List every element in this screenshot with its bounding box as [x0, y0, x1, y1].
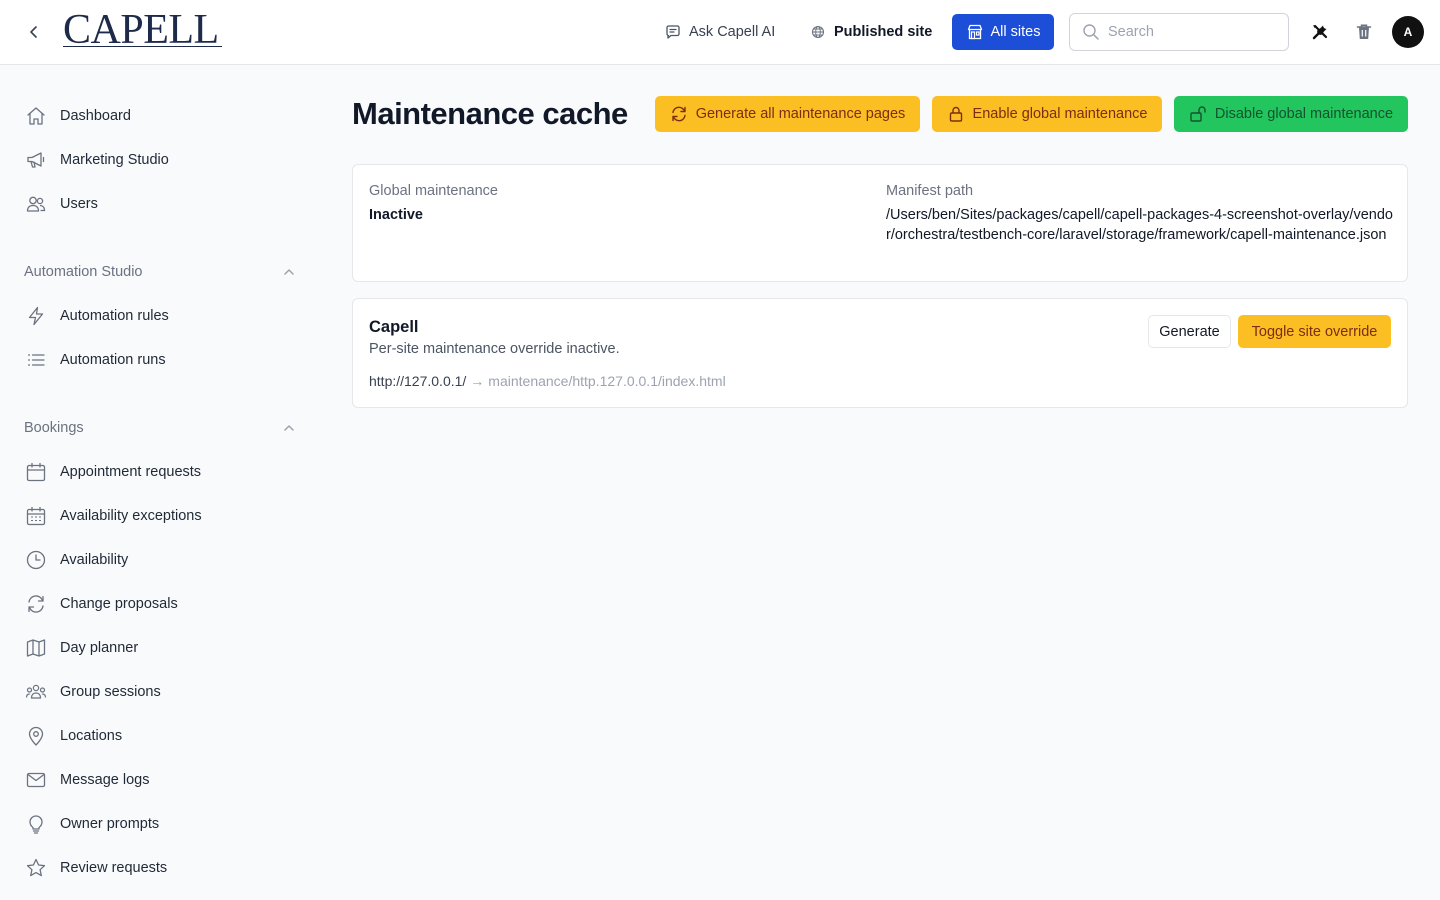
enable-global-label: Enable global maintenance — [972, 106, 1148, 122]
all-sites-button[interactable]: All sites — [952, 14, 1054, 50]
generate-all-label: Generate all maintenance pages — [695, 106, 906, 122]
sidebar-item-label: Appointment requests — [60, 464, 202, 480]
enable-global-maintenance-button[interactable]: Enable global maintenance — [932, 96, 1162, 132]
sidebar-item-automation-runs[interactable]: Automation runs — [24, 346, 166, 374]
sidebar-group-bookings[interactable]: Bookings — [24, 416, 296, 440]
site-status-description: Per-site maintenance override inactive. — [369, 341, 620, 357]
site-url-row: http://127.0.0.1/ → maintenance/http.127… — [369, 373, 726, 389]
megaphone-icon — [24, 148, 48, 172]
refresh-icon — [670, 105, 688, 123]
sidebar-item-appointment-requests[interactable]: Appointment requests — [24, 458, 201, 486]
sidebar-item-label: Automation runs — [60, 352, 166, 368]
chevron-up-icon — [284, 425, 294, 431]
sidebar-item-day-planner[interactable]: Day planner — [24, 634, 138, 662]
sidebar-group-automation-studio[interactable]: Automation Studio — [24, 260, 296, 284]
lightbulb-icon — [24, 812, 48, 836]
tools-button[interactable] — [1308, 20, 1332, 44]
trash-button[interactable] — [1352, 20, 1376, 44]
sidebar-item-change-proposals[interactable]: Change proposals — [24, 590, 178, 618]
back-button[interactable] — [20, 18, 48, 46]
sidebar-item-automation-rules[interactable]: Automation rules — [24, 302, 169, 330]
manifest-path-label: Manifest path — [886, 183, 974, 199]
published-site-link[interactable]: Published site — [809, 20, 932, 44]
map-icon — [24, 636, 48, 660]
sidebar-item-marketing-studio[interactable]: Marketing Studio — [24, 146, 169, 174]
top-bar: CAPELL Ask Capell AI Published site All … — [0, 0, 1440, 65]
arrow-right-icon: → — [470, 373, 485, 389]
published-site-label: Published site — [834, 24, 933, 40]
disable-global-maintenance-button[interactable]: Disable global maintenance — [1174, 96, 1408, 132]
sidebar-item-review-requests[interactable]: Review requests — [24, 854, 167, 882]
sidebar-item-label: Message logs — [60, 772, 150, 788]
globe-icon — [809, 23, 827, 41]
users-icon — [24, 192, 48, 216]
avatar[interactable]: A — [1392, 16, 1424, 48]
sidebar-group-label: Automation Studio — [24, 264, 143, 280]
sidebar-item-label: Change proposals — [60, 596, 178, 612]
sidebar-item-label: Owner prompts — [60, 816, 160, 832]
wrench-screwdriver-icon — [1312, 24, 1328, 40]
lock-open-icon — [1189, 105, 1207, 123]
ask-ai-link[interactable]: Ask Capell AI — [664, 20, 775, 44]
maintenance-file-path: maintenance/http.127.0.0.1/index.html — [488, 373, 726, 389]
site-name: Capell — [369, 318, 419, 336]
toggle-site-override-button[interactable]: Toggle site override — [1238, 315, 1391, 348]
sidebar-item-dashboard[interactable]: Dashboard — [24, 102, 131, 130]
calendar-icon — [24, 460, 48, 484]
sidebar: Dashboard Marketing Studio Users Automat… — [0, 65, 320, 900]
sidebar-item-label: Availability — [60, 552, 129, 568]
list-icon — [24, 348, 48, 372]
home-icon — [24, 104, 48, 128]
generate-button[interactable]: Generate — [1148, 315, 1231, 348]
sidebar-item-label: Dashboard — [60, 108, 131, 124]
bolt-icon — [24, 304, 48, 328]
global-maintenance-card: Global maintenance Inactive Manifest pat… — [352, 164, 1408, 282]
sidebar-item-locations[interactable]: Locations — [24, 722, 122, 750]
all-sites-label: All sites — [990, 24, 1041, 40]
manifest-path-value: /Users/ben/Sites/packages/capell/capell-… — [886, 207, 1393, 243]
sidebar-item-group-sessions[interactable]: Group sessions — [24, 678, 161, 706]
map-pin-icon — [24, 724, 48, 748]
sidebar-item-label: Review requests — [60, 860, 168, 876]
sidebar-item-label: Users — [60, 196, 98, 212]
search-box[interactable] — [1069, 13, 1289, 51]
trash-icon — [1356, 24, 1372, 39]
clock-icon — [24, 548, 48, 572]
page-title: Maintenance cache — [352, 96, 628, 131]
site-url[interactable]: http://127.0.0.1/ — [369, 373, 466, 389]
calendar-days-icon — [24, 504, 48, 528]
global-maintenance-label: Global maintenance — [369, 183, 498, 199]
search-icon — [1083, 24, 1099, 40]
sidebar-item-label: Locations — [60, 728, 123, 744]
logo-underline — [63, 46, 222, 47]
chevron-up-icon — [284, 269, 294, 275]
sidebar-item-label: Availability exceptions — [60, 508, 202, 524]
sidebar-item-owner-prompts[interactable]: Owner prompts — [24, 810, 159, 838]
sidebar-item-message-logs[interactable]: Message logs — [24, 766, 149, 794]
sidebar-item-label: Group sessions — [60, 684, 161, 700]
chevron-left-icon — [30, 26, 37, 38]
sidebar-group-label: Bookings — [24, 420, 84, 436]
sidebar-item-users[interactable]: Users — [24, 190, 98, 218]
sidebar-item-label: Day planner — [60, 640, 139, 656]
lock-closed-icon — [947, 105, 965, 123]
global-maintenance-value: Inactive — [369, 207, 423, 223]
ask-ai-label: Ask Capell AI — [689, 24, 776, 40]
disable-global-label: Disable global maintenance — [1214, 106, 1394, 122]
sidebar-item-availability[interactable]: Availability — [24, 546, 128, 574]
user-group-icon — [24, 680, 48, 704]
search-input[interactable] — [1108, 24, 1278, 40]
generate-all-maintenance-pages-button[interactable]: Generate all maintenance pages — [655, 96, 920, 132]
building-storefront-icon — [966, 23, 984, 41]
star-icon — [24, 856, 48, 880]
refresh-icon — [24, 592, 48, 616]
site-card: Capell Per-site maintenance override ina… — [352, 298, 1408, 408]
sidebar-item-label: Automation rules — [60, 308, 169, 324]
envelope-icon — [24, 768, 48, 792]
sidebar-item-availability-exceptions[interactable]: Availability exceptions — [24, 502, 202, 530]
chat-bubble-icon — [664, 23, 682, 41]
sidebar-item-label: Marketing Studio — [60, 152, 169, 168]
